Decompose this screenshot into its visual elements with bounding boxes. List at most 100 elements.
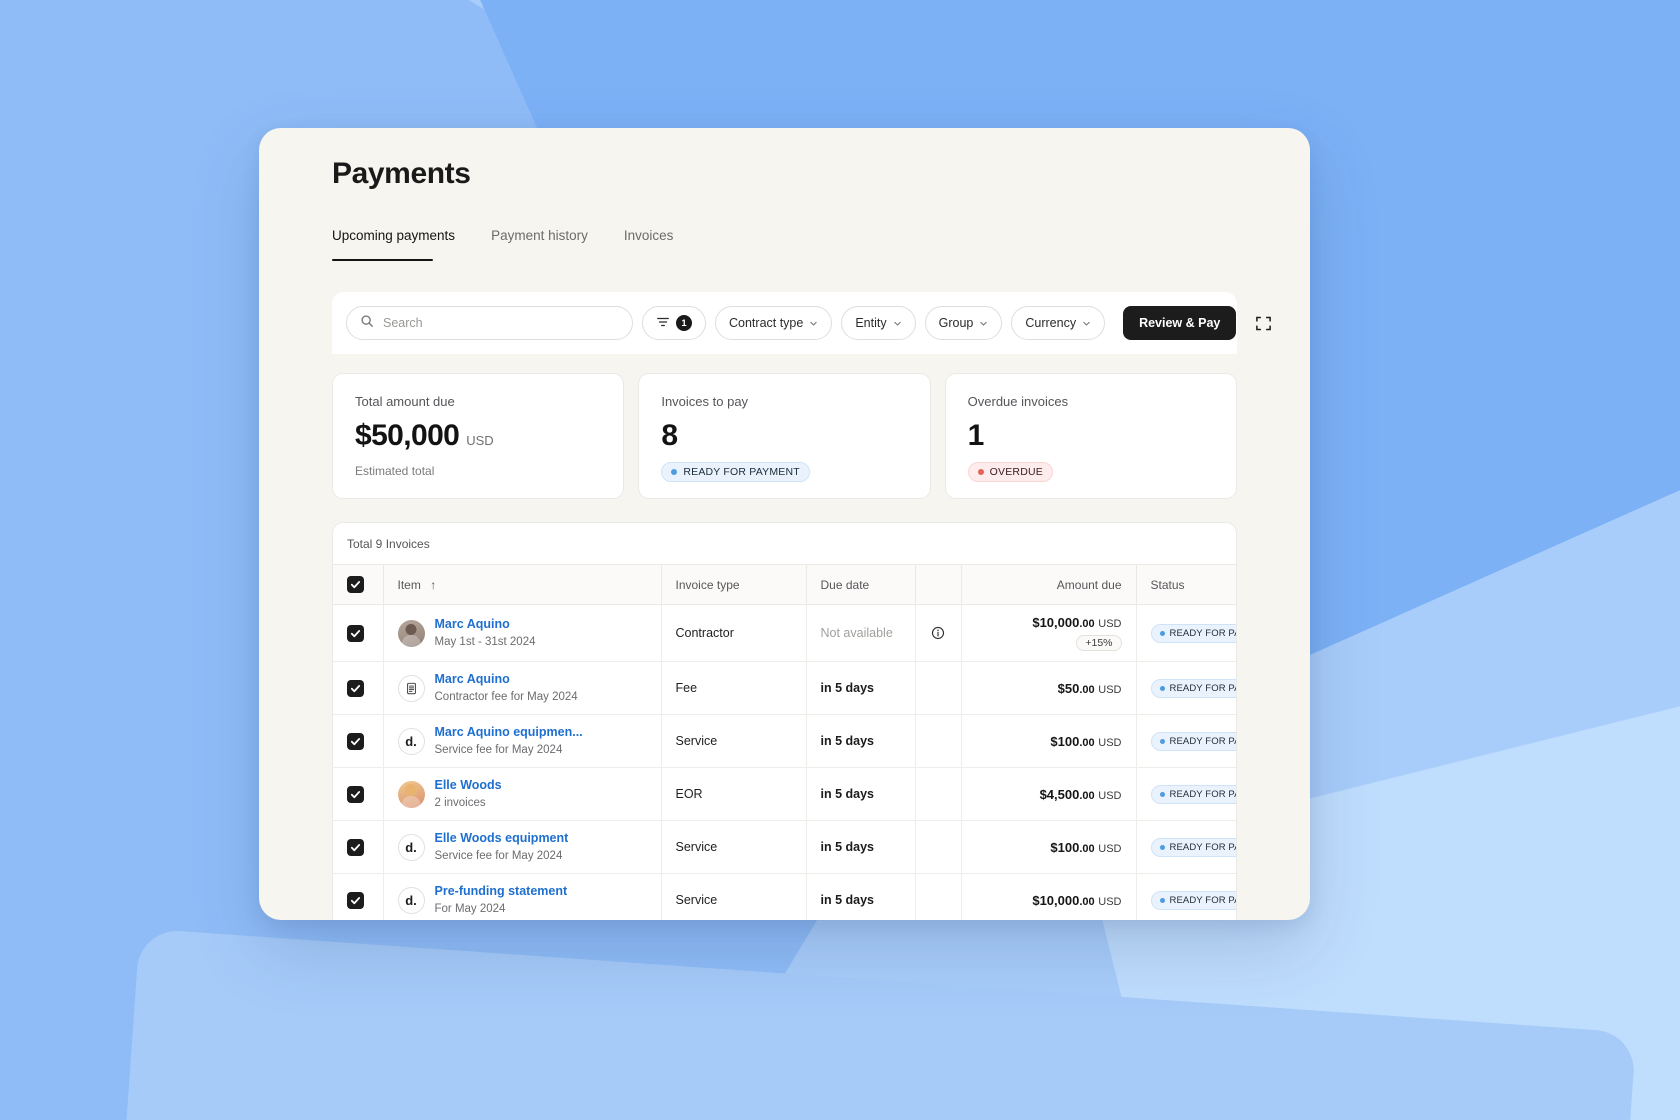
table-caption: Total 9 Invoices <box>347 536 430 551</box>
row-amount-cents: .00 <box>1079 789 1095 802</box>
filter-currency[interactable]: Currency <box>1011 306 1106 340</box>
row-select-cell[interactable] <box>333 767 384 821</box>
row-item-title[interactable]: Marc Aquino <box>435 672 578 688</box>
row-item-cell: d. Elle Woods equipment Service fee for Ma… <box>383 820 662 874</box>
tab-payment-history[interactable]: Payment history <box>491 228 588 261</box>
deel-logo-icon: d. <box>397 727 425 755</box>
table-row[interactable]: Marc Aquino Contractor fee for May 2024 Fe… <box>333 661 1236 715</box>
info-icon[interactable] <box>931 626 945 640</box>
status-badge-label: READY FOR PAYMENT <box>683 466 800 478</box>
row-item-title[interactable]: Marc Aquino equipmen... <box>435 725 583 741</box>
row-due-date: in 5 days <box>806 767 916 821</box>
row-status-badge: READY FOR PAYMENT <box>1150 837 1236 857</box>
search-box[interactable] <box>346 306 633 340</box>
row-invoice-type: Contractor <box>661 604 807 662</box>
row-status-badge: READY FOR PAYMENT <box>1150 890 1237 910</box>
stat-label: Total amount due <box>355 394 455 409</box>
fullscreen-button[interactable] <box>1255 310 1272 336</box>
row-status-label: READY FOR PAYMENT <box>1169 894 1237 906</box>
row-item-title[interactable]: Marc Aquino <box>435 617 536 633</box>
stat-value: 1 <box>967 419 985 452</box>
table-row[interactable]: d. Elle Woods equipment Service fee for Ma… <box>333 820 1236 874</box>
row-item-title[interactable]: Pre-funding statement <box>435 884 568 900</box>
chevron-down-icon <box>1083 321 1090 326</box>
row-amount-currency: USD <box>1098 789 1122 802</box>
status-badge-label: OVERDUE <box>989 466 1043 478</box>
row-amount-cents: .00 <box>1079 618 1095 630</box>
payments-app-window: Payments Upcoming payments Payment histo… <box>259 128 1310 920</box>
row-checkbox[interactable] <box>347 624 364 642</box>
row-amount-due: $10,000.00 USD +15% <box>961 604 1137 662</box>
row-amount-due: $4,500.00 USD <box>961 767 1137 821</box>
table-row[interactable]: d. Marc Aquino equipmen... Service fee for… <box>333 714 1236 768</box>
row-status-badge: READY FOR PAYMENT <box>1150 678 1236 698</box>
tab-invoices[interactable]: Invoices <box>624 228 674 261</box>
row-invoice-type: Service <box>661 820 807 874</box>
filter-entity[interactable]: Entity <box>841 306 916 340</box>
table-toolbar: 1 Contract type Entity Group Currency Re… <box>332 292 1272 354</box>
tab-bar: Upcoming payments Payment history Invoic… <box>332 228 673 261</box>
row-item-subtitle: For May 2024 <box>434 902 506 915</box>
row-item-title[interactable]: Elle Woods <box>435 778 502 794</box>
check-icon <box>350 843 361 851</box>
header-select-all[interactable] <box>333 564 384 605</box>
filter-group[interactable]: Group <box>924 306 1003 340</box>
table-body: Marc Aquino May 1st - 31st 2024 Contractor… <box>333 604 1237 920</box>
table-row[interactable]: Marc Aquino May 1st - 31st 2024 Contractor… <box>333 604 1236 662</box>
avatar <box>397 619 425 647</box>
row-select-cell[interactable] <box>333 873 384 920</box>
status-dot-icon <box>977 469 984 475</box>
row-status-badge: READY FOR PAYMENT <box>1150 784 1237 804</box>
row-amount-due: $50.00 USD <box>961 661 1137 715</box>
header-info-spacer <box>915 564 962 605</box>
row-checkbox[interactable] <box>347 732 364 750</box>
row-checkbox[interactable] <box>347 679 364 697</box>
status-dot-icon <box>1159 844 1165 850</box>
row-amount-currency: USD <box>1098 842 1122 855</box>
filter-contract-type[interactable]: Contract type <box>715 306 833 340</box>
row-status-cell: READY FOR PAYMENT <box>1136 661 1236 715</box>
row-checkbox[interactable] <box>347 838 364 856</box>
row-due-date: in 5 days <box>806 873 916 920</box>
row-select-cell[interactable] <box>333 820 384 874</box>
row-info-cell <box>915 767 962 821</box>
filter-button[interactable]: 1 <box>642 306 706 340</box>
check-icon <box>350 790 361 798</box>
row-checkbox[interactable] <box>347 785 364 803</box>
header-invoice-type[interactable]: Invoice type <box>661 564 807 605</box>
header-status[interactable]: Status <box>1136 564 1236 605</box>
document-icon-circle <box>397 674 425 702</box>
row-select-cell[interactable] <box>333 661 384 715</box>
header-item-label: Item <box>397 577 421 592</box>
summary-cards: Total amount due $50,000 USD Estimated t… <box>332 373 1237 499</box>
header-item[interactable]: Item ↑ <box>383 564 662 605</box>
row-info-cell <box>915 604 962 662</box>
check-icon <box>350 581 361 589</box>
deel-logo-icon: d. <box>397 833 425 861</box>
invoices-table-container: Total 9 Invoices Item ↑ Invoice type Due… <box>332 522 1237 920</box>
select-all-checkbox[interactable] <box>347 576 364 593</box>
row-amount-cents: .00 <box>1079 736 1095 749</box>
filter-icon <box>656 315 670 332</box>
header-due-date[interactable]: Due date <box>806 564 916 605</box>
row-amount-main: $100 <box>1050 733 1080 749</box>
table-row[interactable]: Elle Woods 2 invoices EOR in 5 days $4,500.0… <box>333 767 1237 821</box>
row-status-label: READY FOR PAYMENT <box>1169 788 1237 800</box>
row-amount-main: $100 <box>1050 839 1080 855</box>
row-info-cell <box>915 714 962 768</box>
tab-upcoming-payments[interactable]: Upcoming payments <box>332 228 455 261</box>
review-and-pay-button[interactable]: Review & Pay <box>1123 306 1237 340</box>
row-item-title[interactable]: Elle Woods equipment <box>435 831 569 847</box>
row-checkbox[interactable] <box>347 891 364 909</box>
check-icon <box>350 896 361 904</box>
row-item-cell: d. Marc Aquino equipmen... Service fee for… <box>383 714 662 768</box>
row-status-cell: READY FOR PAYMENT <box>1136 767 1237 821</box>
status-dot-icon <box>1159 685 1165 691</box>
row-surcharge-badge: +15% <box>1076 635 1122 651</box>
row-select-cell[interactable] <box>333 714 384 768</box>
stat-value-wrap: 8 <box>661 419 907 453</box>
table-row[interactable]: d. Pre-funding statement For May 2024 Servi… <box>333 873 1237 920</box>
search-input[interactable] <box>383 316 619 330</box>
row-select-cell[interactable] <box>333 604 384 662</box>
header-amount-due[interactable]: Amount due <box>961 564 1137 605</box>
